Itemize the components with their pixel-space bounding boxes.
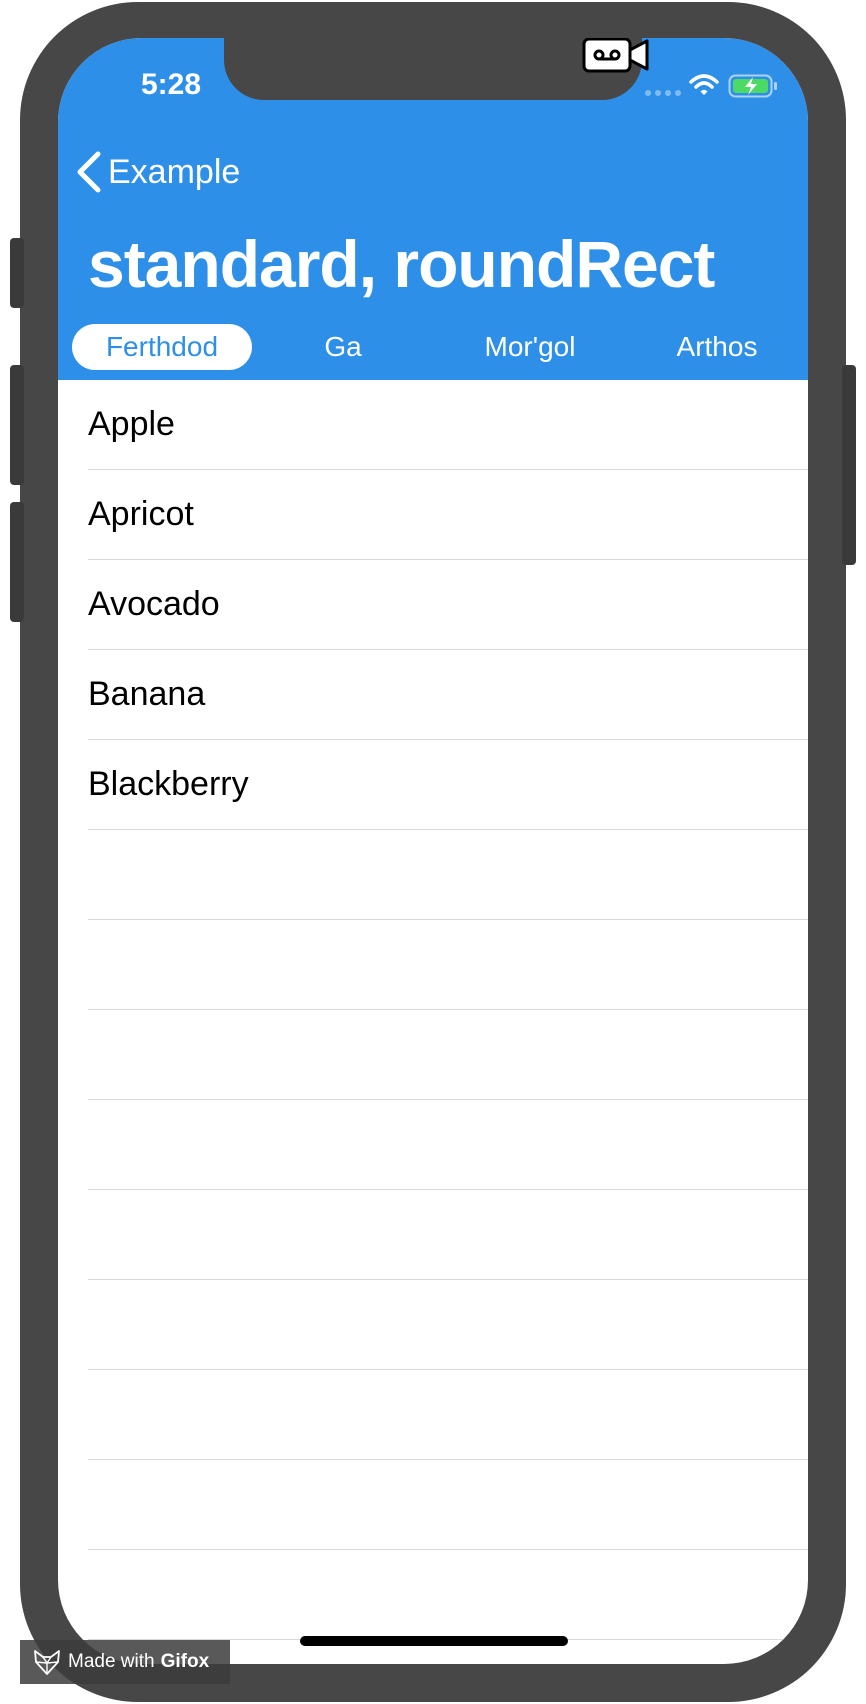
empty-list-row bbox=[88, 1100, 808, 1190]
status-time: 5:28 bbox=[140, 68, 202, 101]
power-button bbox=[842, 365, 856, 565]
list-item[interactable]: Avocado bbox=[88, 560, 808, 650]
notch bbox=[224, 38, 649, 100]
empty-list-row bbox=[88, 920, 808, 1010]
empty-list-row bbox=[88, 1460, 808, 1550]
empty-list-row bbox=[88, 830, 808, 920]
signal-icon bbox=[645, 90, 681, 96]
back-chevron-icon bbox=[77, 151, 101, 193]
list-item[interactable]: Blackberry bbox=[88, 740, 808, 830]
home-indicator[interactable] bbox=[300, 1636, 568, 1646]
empty-list-row bbox=[88, 1010, 808, 1100]
fruit-list: Apple Apricot Avocado Banana Blackberry bbox=[58, 380, 808, 1640]
tab-ferthdod[interactable]: Ferthdod bbox=[72, 324, 252, 370]
screen: 5:28 Example standard, roundRect Ferthdo… bbox=[58, 38, 808, 1664]
back-button[interactable]: Example bbox=[74, 148, 240, 196]
segmented-tab-bar: Ferthdod Ga Mor'gol Arthos bbox=[58, 324, 808, 380]
list-item[interactable]: Apricot bbox=[88, 470, 808, 560]
empty-list-row bbox=[88, 1280, 808, 1370]
navigation-header: 5:28 Example standard, roundRect Ferthdo… bbox=[58, 38, 808, 380]
list-item[interactable]: Apple bbox=[88, 380, 808, 470]
silent-switch bbox=[10, 238, 24, 308]
empty-list-row bbox=[88, 1550, 808, 1640]
empty-list-row bbox=[88, 1370, 808, 1460]
empty-list-row bbox=[88, 1190, 808, 1280]
page-title: standard, roundRect bbox=[88, 227, 715, 301]
watermark-prefix: Made with bbox=[68, 1651, 155, 1672]
wifi-icon bbox=[689, 74, 719, 95]
volume-down-button bbox=[10, 502, 24, 622]
back-label: Example bbox=[108, 152, 241, 191]
gifox-watermark: Made with Gifox bbox=[20, 1640, 230, 1684]
tab-arthos[interactable]: Arthos bbox=[642, 324, 792, 370]
gifox-logo-icon bbox=[34, 1650, 60, 1675]
tab-morgol[interactable]: Mor'gol bbox=[440, 324, 620, 370]
list-item[interactable]: Banana bbox=[88, 650, 808, 740]
tab-ga[interactable]: Ga bbox=[268, 324, 418, 370]
volume-up-button bbox=[10, 365, 24, 485]
battery-charging-icon bbox=[728, 74, 777, 98]
camera-icon bbox=[582, 38, 649, 73]
watermark-brand: Gifox bbox=[160, 1651, 210, 1672]
